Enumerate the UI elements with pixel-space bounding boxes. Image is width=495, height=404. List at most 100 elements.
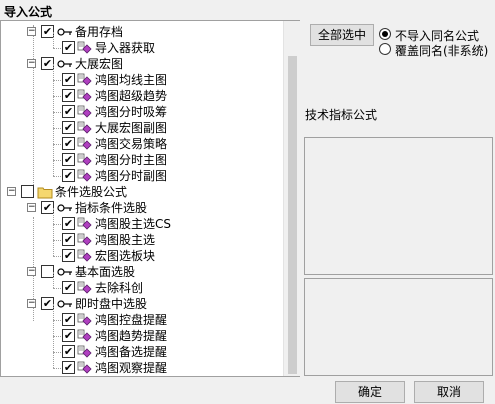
node-checkbox[interactable]: ✔ — [62, 89, 75, 102]
radio-skip-same-name[interactable] — [379, 28, 391, 40]
formula-icon — [77, 217, 93, 231]
node-label: 条件选股公式 — [55, 185, 128, 199]
tree-node[interactable]: − ✔ 大展宏图 — [1, 56, 281, 72]
node-checkbox[interactable]: ✔ — [62, 137, 75, 150]
tree-connector — [53, 48, 61, 49]
tree-node[interactable]: ✔ 鸿图超级趋势 — [1, 80, 281, 104]
tree-connector — [53, 96, 54, 112]
tree-node[interactable]: ✔ 大展宏图副图 — [1, 112, 281, 136]
node-checkbox[interactable]: ✔ — [62, 153, 75, 166]
node-label: 鸿图超级趋势 — [95, 89, 168, 103]
formula-icon — [77, 281, 93, 295]
formula-tree[interactable]: − ✔ 备用存档 ✔ 导入器获取 − ✔ 大展宏图 ✔ 鸿图均线主图 ✔ 鸿图超级趋势 ✔ 鸿图分时吸筹 ✔… — [0, 20, 300, 377]
node-checkbox[interactable]: ✔ — [62, 249, 75, 262]
select-all-button[interactable]: 全部选中 — [310, 24, 374, 46]
cancel-button[interactable]: 取消 — [414, 381, 484, 403]
formula-icon — [77, 153, 93, 167]
node-checkbox[interactable]: ✔ — [62, 121, 75, 134]
tree-connector — [53, 304, 54, 320]
tree-node[interactable]: ✔ 鸿图趋势提醒 — [1, 320, 281, 344]
tree-node[interactable]: ✔ 鸿图股主选 — [1, 224, 281, 248]
tree-node[interactable]: ✔ 宏图选板块 — [1, 240, 281, 264]
tree-connector — [53, 160, 54, 176]
formula-icon — [77, 121, 93, 135]
tree-node[interactable]: − 基本面选股 — [1, 264, 281, 280]
folder-icon — [37, 185, 53, 199]
node-checkbox[interactable]: ✔ — [62, 313, 75, 326]
tree-node[interactable]: ✔ 导入器获取 — [1, 32, 281, 56]
expander-icon[interactable]: − — [7, 187, 16, 196]
tree-node[interactable]: ✔ 鸿图股主选CS — [1, 208, 281, 232]
key-icon — [57, 25, 73, 39]
description-box — [304, 137, 493, 275]
node-label: 鸿图观察提醒 — [95, 361, 168, 375]
node-label: 鸿图分时吸筹 — [95, 105, 168, 119]
tree-connector — [53, 256, 61, 257]
tree-connector — [53, 320, 54, 336]
tree-connector — [53, 144, 61, 145]
scroll-thumb[interactable] — [288, 56, 297, 374]
node-label: 鸿图股主选 — [95, 233, 156, 247]
radio-overwrite-same-name[interactable] — [379, 43, 391, 55]
node-checkbox[interactable]: ✔ — [62, 345, 75, 358]
node-checkbox[interactable]: ✔ — [62, 361, 75, 374]
tree-connector — [53, 336, 61, 337]
formula-icon — [77, 137, 93, 151]
tree-connector — [53, 80, 61, 81]
tree-scrollbar[interactable] — [283, 21, 300, 376]
tree-connector — [53, 352, 54, 368]
expander-icon[interactable]: − — [27, 203, 36, 212]
node-checkbox[interactable]: ✔ — [62, 281, 75, 294]
tree-connector — [53, 368, 61, 369]
node-label: 指标条件选股 — [75, 201, 148, 215]
tree-node[interactable]: ✔ 鸿图备选提醒 — [1, 336, 281, 360]
radio-overwrite-label: 覆盖同名(非系统) — [395, 44, 489, 58]
tree-connector — [53, 112, 61, 113]
expander-icon[interactable]: − — [27, 59, 36, 68]
expander-icon[interactable]: − — [27, 299, 36, 308]
node-checkbox[interactable]: ✔ — [62, 105, 75, 118]
node-checkbox[interactable]: ✔ — [62, 217, 75, 230]
formula-icon — [77, 345, 93, 359]
tree-connector — [53, 208, 54, 224]
node-checkbox[interactable] — [21, 185, 34, 198]
tree-node[interactable]: ✔ 去除科创 — [1, 272, 281, 296]
tree-connector — [53, 240, 54, 256]
tree-connector — [53, 224, 54, 240]
expander-icon[interactable]: − — [27, 267, 36, 276]
preview-box — [304, 278, 493, 376]
tree-node[interactable]: ✔ 鸿图分时吸筹 — [1, 96, 281, 120]
tree-node[interactable]: − 条件选股公式 — [1, 184, 281, 200]
tree-node[interactable]: ✔ 鸿图分时副图 — [1, 160, 281, 184]
formula-icon — [77, 233, 93, 247]
tree-node[interactable]: ✔ 鸿图分时主图 — [1, 144, 281, 168]
title-bar: 导入公式 — [0, 0, 495, 20]
expander-icon[interactable]: − — [27, 27, 36, 36]
tree-node[interactable]: − ✔ 指标条件选股 — [1, 200, 281, 216]
formula-icon — [77, 89, 93, 103]
tree-node[interactable]: ✔ 鸿图交易策略 — [1, 128, 281, 152]
formula-icon — [77, 249, 93, 263]
tree-node[interactable]: ✔ 鸿图观察提醒 — [1, 352, 281, 376]
formula-icon — [77, 73, 93, 87]
node-label: 鸿图备选提醒 — [95, 345, 168, 359]
tree-connector — [53, 272, 54, 288]
tree-node[interactable]: ✔ 鸿图均线主图 — [1, 64, 281, 88]
key-icon — [57, 57, 73, 71]
node-label: 鸿图均线主图 — [95, 73, 168, 87]
node-checkbox[interactable]: ✔ — [62, 169, 75, 182]
formula-icon — [77, 329, 93, 343]
ok-button[interactable]: 确定 — [335, 381, 405, 403]
tree-connector — [53, 64, 54, 80]
tree-connector — [53, 144, 54, 160]
tree-node[interactable]: − ✔ 即时盘中选股 — [1, 296, 281, 312]
tree-node[interactable]: ✔ 鸿图控盘提醒 — [1, 304, 281, 328]
node-label: 大展宏图 — [75, 57, 124, 71]
node-label: 即时盘中选股 — [75, 297, 148, 311]
node-checkbox[interactable]: ✔ — [62, 73, 75, 86]
tree-connector — [53, 176, 61, 177]
tree-node[interactable]: − ✔ 备用存档 — [1, 24, 281, 40]
node-checkbox[interactable]: ✔ — [62, 41, 75, 54]
node-checkbox[interactable]: ✔ — [62, 329, 75, 342]
node-checkbox[interactable]: ✔ — [62, 233, 75, 246]
